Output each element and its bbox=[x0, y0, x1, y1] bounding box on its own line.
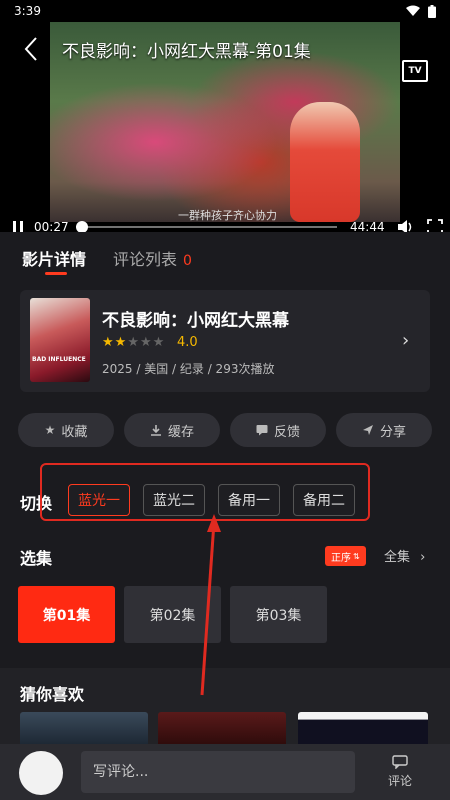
annotation-highlight-box bbox=[40, 463, 370, 521]
star-icon: ★ bbox=[44, 423, 56, 437]
sort-order-label: 正序 bbox=[331, 552, 351, 564]
chevron-right-icon: › bbox=[402, 330, 410, 351]
poster-title-text: BAD INFLUENCE bbox=[32, 356, 86, 363]
movie-meta: 2025 / 美国 / 纪录 / 293次播放 bbox=[102, 362, 275, 376]
chevron-right-icon: › bbox=[420, 550, 426, 565]
episode-item[interactable]: 第02集 bbox=[124, 586, 221, 643]
video-subtitle: 一群种孩子齐心协力 bbox=[178, 209, 277, 222]
fullscreen-icon bbox=[427, 219, 443, 232]
sort-order-button[interactable]: 正序 ⇅ bbox=[325, 546, 366, 566]
detail-tabs: 影片详情 评论列表 0 bbox=[0, 232, 450, 276]
status-time: 3:39 bbox=[14, 4, 41, 18]
share-label: 分享 bbox=[379, 424, 406, 440]
battery-icon bbox=[428, 4, 436, 18]
episodes-label: 选集 bbox=[20, 549, 53, 568]
current-time: 00:27 bbox=[34, 220, 69, 232]
avatar[interactable] bbox=[19, 751, 63, 795]
feedback-icon bbox=[256, 425, 268, 436]
tab-active-indicator bbox=[45, 272, 67, 275]
comment-button[interactable]: 评论 bbox=[378, 748, 422, 796]
recommend-label: 猜你喜欢 bbox=[20, 685, 85, 704]
total-time: 44:44 bbox=[350, 220, 385, 232]
progress-track[interactable] bbox=[82, 226, 337, 228]
favorite-label: 收藏 bbox=[61, 424, 88, 440]
progress-thumb[interactable] bbox=[76, 221, 88, 232]
back-arrow-icon bbox=[24, 37, 37, 61]
tv-cast-button[interactable]: TV bbox=[402, 60, 428, 82]
star-empty-icon: ★ bbox=[152, 335, 166, 350]
star-rating: ★★★★★ bbox=[102, 335, 165, 350]
comment-icon bbox=[392, 755, 408, 769]
star-filled-icon: ★ bbox=[114, 335, 128, 350]
tab-comments-label: 评论列表 bbox=[113, 250, 178, 269]
share-button[interactable]: 分享 bbox=[336, 413, 432, 447]
tv-icon-label: TV bbox=[408, 66, 422, 76]
video-title: 不良影响：小网红大黑幕-第01集 bbox=[62, 42, 311, 62]
download-icon bbox=[150, 425, 161, 436]
pause-icon bbox=[13, 221, 23, 232]
star-empty-icon: ★ bbox=[139, 335, 153, 350]
tab-comments[interactable]: 评论列表 0 bbox=[113, 246, 192, 270]
favorite-button[interactable]: ★ 收藏 bbox=[18, 413, 114, 447]
rating-score: 4.0 bbox=[177, 335, 198, 350]
episode-item[interactable]: 第03集 bbox=[230, 586, 327, 643]
volume-icon bbox=[398, 220, 412, 232]
star-empty-icon: ★ bbox=[127, 335, 140, 350]
movie-title: 不良影响：小网红大黑幕 bbox=[102, 311, 289, 331]
fullscreen-button[interactable] bbox=[426, 218, 444, 232]
wifi-icon bbox=[406, 5, 420, 16]
feedback-label: 反馈 bbox=[273, 424, 300, 440]
download-label: 缓存 bbox=[167, 424, 194, 440]
bottom-bar: 评论 bbox=[0, 744, 450, 800]
feedback-button[interactable]: 反馈 bbox=[230, 413, 326, 447]
all-episodes-label: 全集 bbox=[384, 550, 411, 565]
star-filled-icon: ★ bbox=[102, 335, 115, 350]
video-scene-figure bbox=[290, 102, 360, 222]
status-bar: 3:39 bbox=[0, 0, 450, 22]
movie-info-card[interactable]: BAD INFLUENCE 不良影响：小网红大黑幕 ★★★★★ 4.0 2025… bbox=[20, 290, 430, 392]
recommend-thumbnail[interactable] bbox=[158, 712, 286, 748]
back-button[interactable] bbox=[18, 34, 44, 64]
recommend-thumbnail[interactable] bbox=[298, 712, 428, 748]
comment-input[interactable] bbox=[81, 751, 355, 793]
share-icon bbox=[362, 425, 373, 435]
video-player[interactable]: 不良影响：小网红大黑幕-第01集 TV 00:27 44:44 一群种孩子齐心协… bbox=[0, 22, 450, 232]
episode-item[interactable]: 第01集 bbox=[18, 586, 115, 643]
pause-button[interactable] bbox=[10, 219, 26, 232]
sort-icon: ⇅ bbox=[353, 551, 360, 561]
comment-count-badge: 0 bbox=[183, 253, 192, 269]
tab-details[interactable]: 影片详情 bbox=[22, 246, 86, 270]
all-episodes-link[interactable]: 全集 › bbox=[384, 546, 425, 565]
download-button[interactable]: 缓存 bbox=[124, 413, 220, 447]
action-bar: ★ 收藏 缓存 反馈 分享 bbox=[18, 413, 432, 447]
volume-button[interactable] bbox=[396, 218, 414, 232]
recommend-thumbnail[interactable] bbox=[20, 712, 148, 748]
comment-button-label: 评论 bbox=[387, 774, 412, 788]
movie-poster: BAD INFLUENCE bbox=[30, 298, 90, 382]
